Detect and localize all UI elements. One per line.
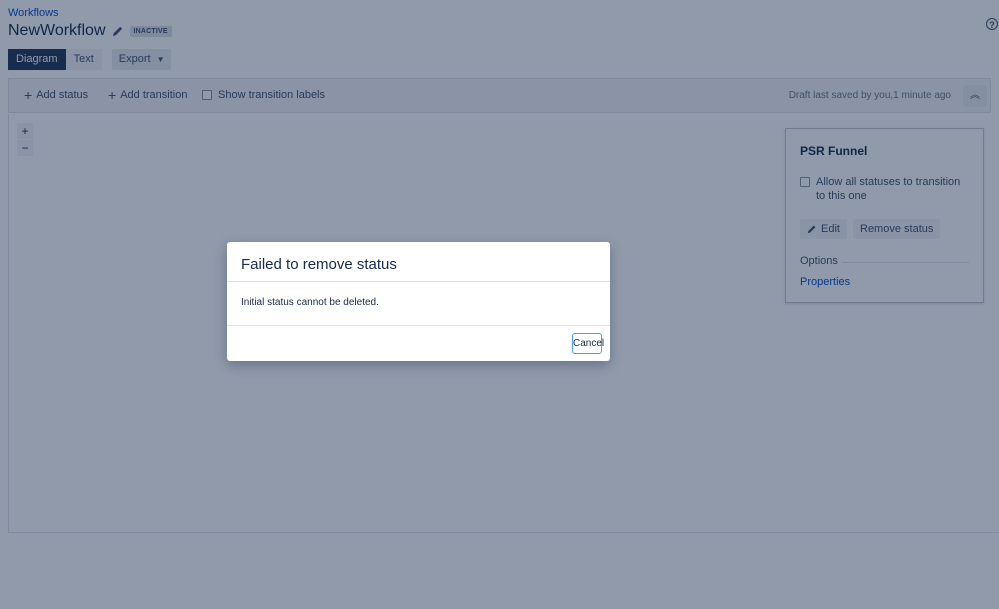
error-dialog: Failed to remove status Initial status c… bbox=[227, 242, 610, 361]
cancel-button[interactable]: Cancel bbox=[572, 333, 604, 354]
dialog-divider-bottom bbox=[227, 325, 610, 326]
dialog-divider-top bbox=[227, 281, 610, 282]
dialog-message: Initial status cannot be deleted. bbox=[241, 297, 379, 308]
dialog-title: Failed to remove status bbox=[241, 256, 397, 273]
